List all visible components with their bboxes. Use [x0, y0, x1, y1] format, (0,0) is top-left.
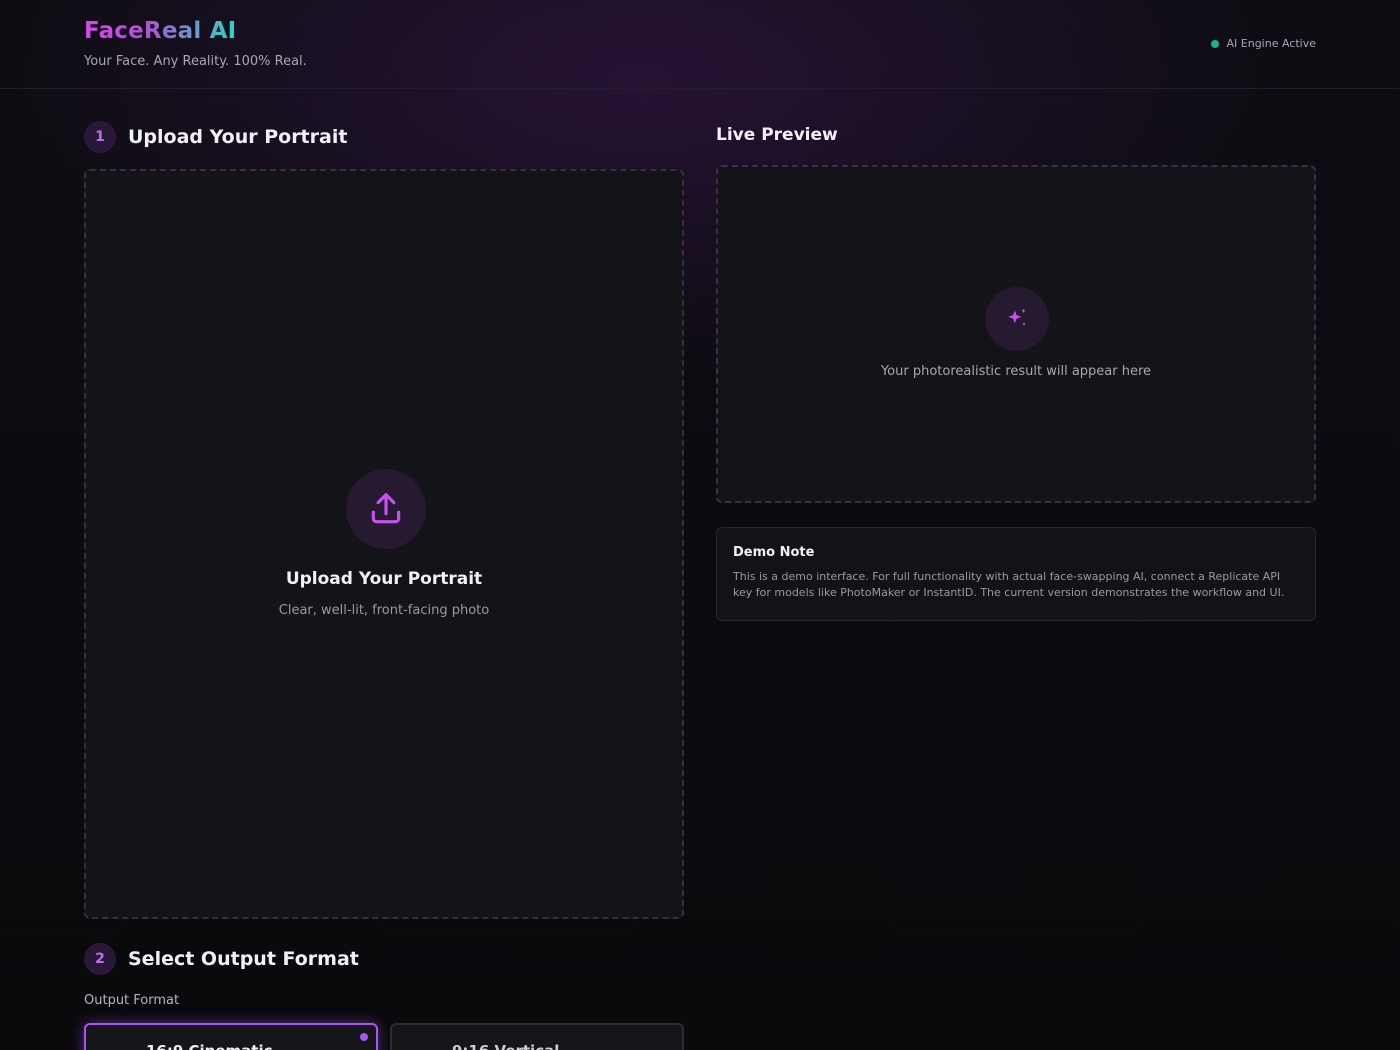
- upload-hint: Clear, well-lit, front-facing photo: [278, 603, 490, 618]
- upload-icon: [371, 493, 401, 524]
- step-format-heading: 2 Select Output Format: [84, 943, 359, 975]
- app-header: FaceReal AI Your Face. Any Reality. 100%…: [0, 0, 1400, 89]
- format-option-label: 9:16 Vertical: [452, 1042, 559, 1050]
- preview-placeholder-text: Your photorealistic result will appear h…: [880, 364, 1152, 379]
- upload-title: Upload Your Portrait: [285, 569, 483, 589]
- live-preview-panel: Your photorealistic result will appear h…: [716, 165, 1316, 503]
- status-text: AI Engine Active: [1226, 37, 1317, 50]
- preview-icon-circle: [985, 287, 1049, 351]
- upload-icon-circle: [346, 469, 426, 549]
- status-dot-icon: [1210, 39, 1219, 48]
- step-title: Select Output Format: [128, 948, 359, 970]
- demo-note-card: Demo Note This is a demo interface. For …: [716, 527, 1316, 621]
- brand-logo[interactable]: FaceReal AI: [84, 18, 236, 44]
- engine-status: AI Engine Active: [1210, 37, 1317, 50]
- format-option-vertical[interactable]: 9:16 Vertical: [390, 1023, 684, 1050]
- output-format-label: Output Format: [84, 993, 180, 1008]
- format-option-label: 16:9 Cinematic: [146, 1042, 273, 1050]
- portrait-upload-dropzone[interactable]: Upload Your Portrait Clear, well-lit, fr…: [84, 169, 684, 919]
- selected-indicator-icon: [360, 1033, 368, 1041]
- note-body: This is a demo interface. For full funct…: [733, 570, 1285, 599]
- step-upload-heading: 1 Upload Your Portrait: [84, 121, 347, 153]
- brand-tagline: Your Face. Any Reality. 100% Real.: [84, 54, 307, 69]
- sparkles-icon: [1008, 308, 1026, 325]
- note-title: Demo Note: [733, 545, 815, 560]
- step-number-badge: 1: [84, 121, 116, 153]
- step-number-badge: 2: [84, 943, 116, 975]
- preview-heading: Live Preview: [716, 125, 838, 145]
- step-title: Upload Your Portrait: [128, 126, 348, 148]
- format-option-cinematic[interactable]: 16:9 Cinematic: [84, 1023, 378, 1050]
